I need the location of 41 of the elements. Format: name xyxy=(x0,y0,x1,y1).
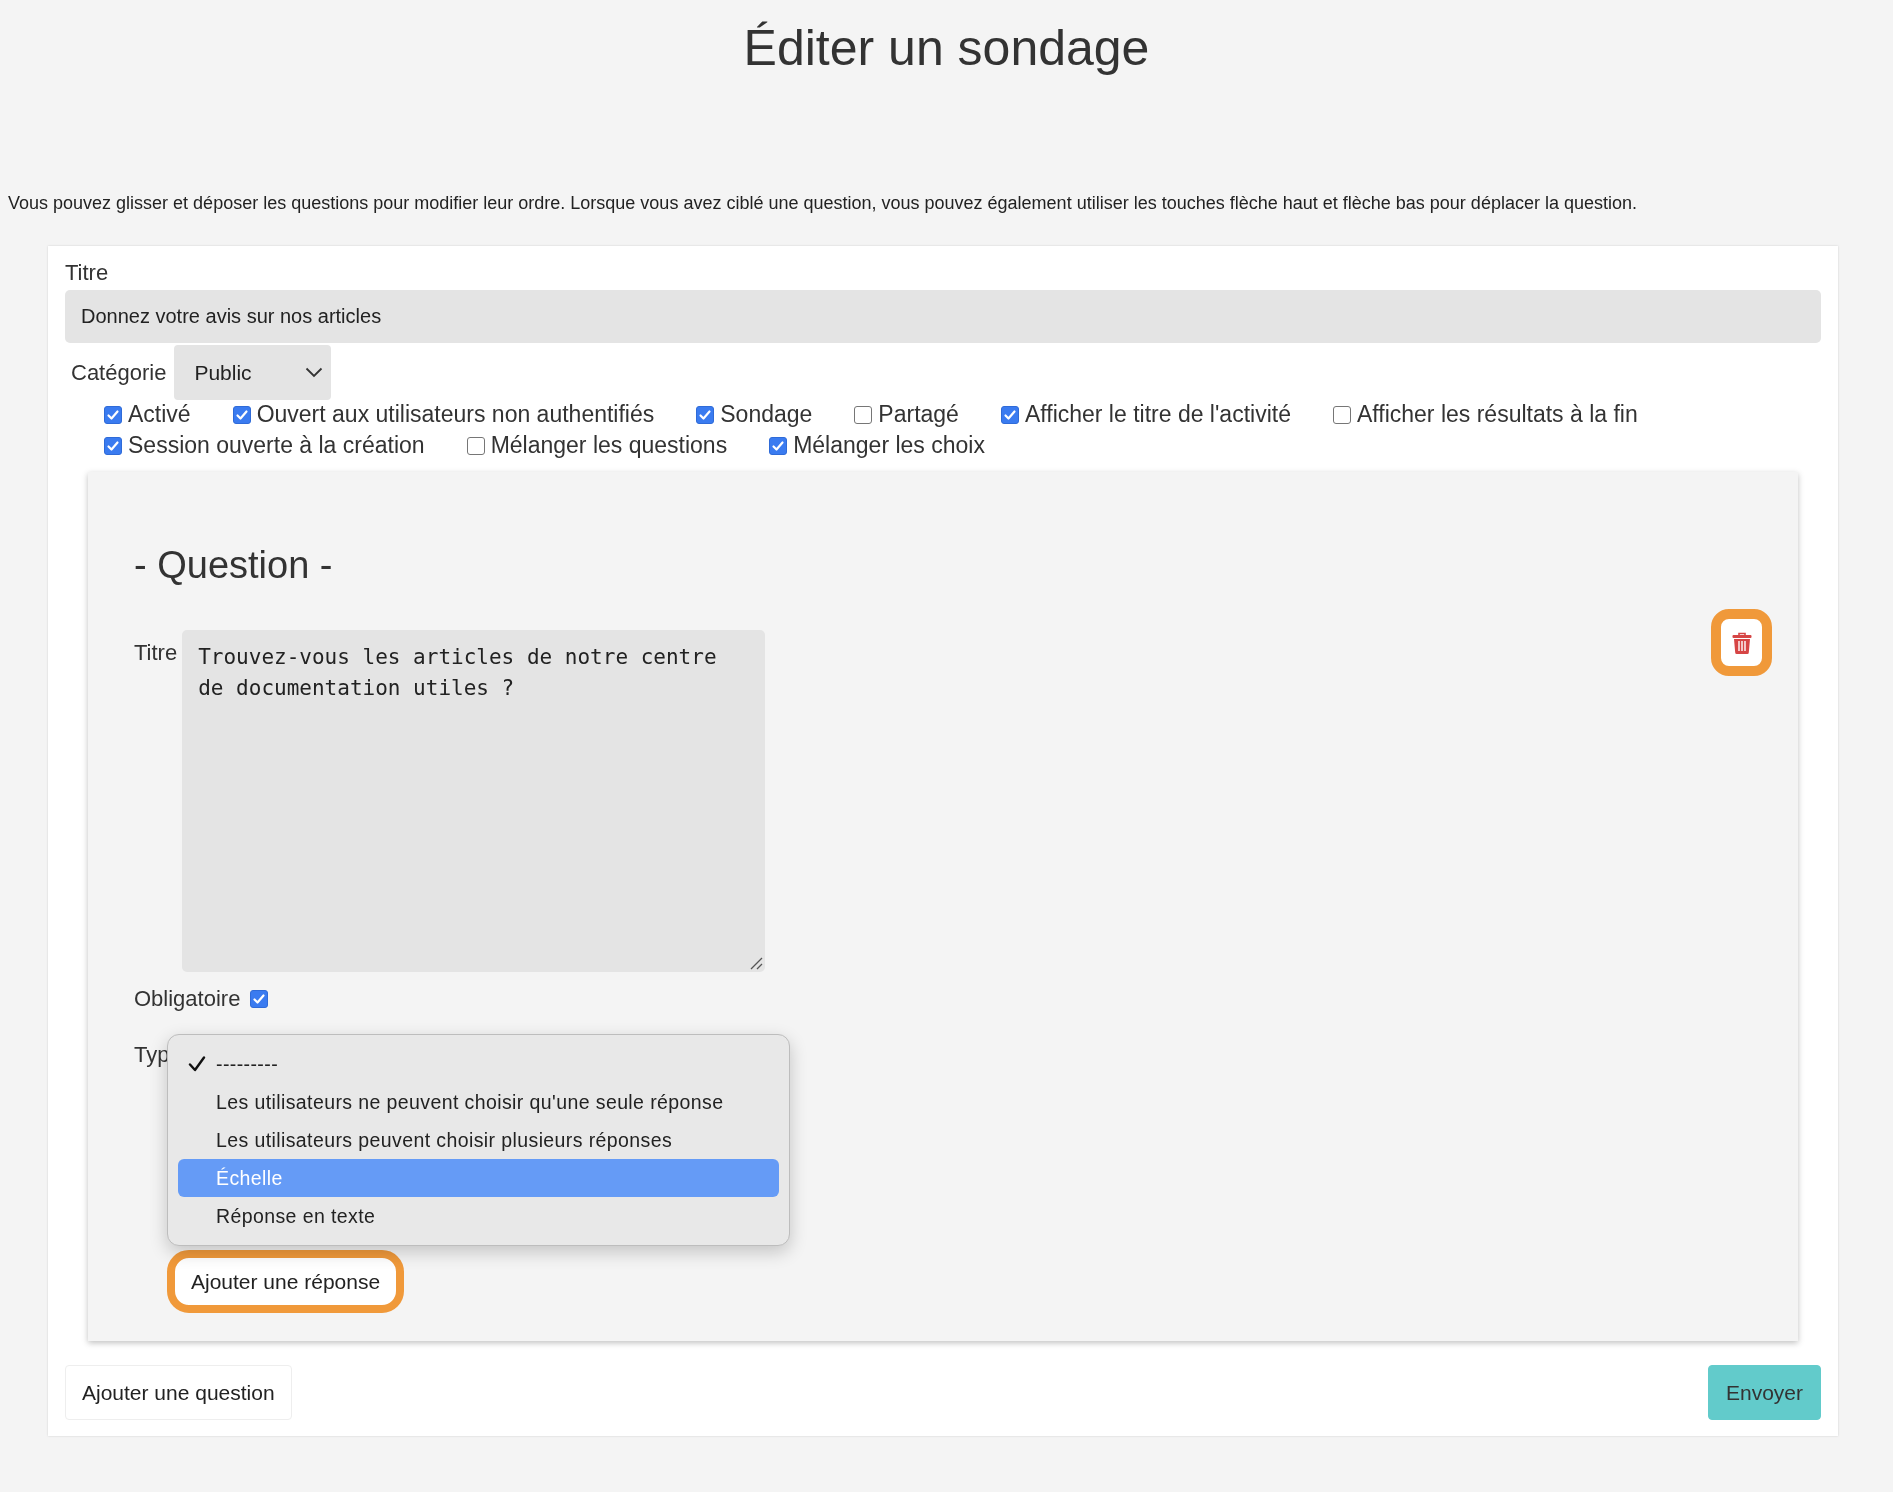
checkbox[interactable] xyxy=(466,436,485,455)
option-label: Mélanger les choix xyxy=(793,432,985,459)
checkmark-icon xyxy=(188,1056,206,1072)
menu-option[interactable]: --------- xyxy=(178,1045,779,1083)
option-label: Ouvert aux utilisateurs non authentifiés xyxy=(256,401,655,428)
resize-handle-icon xyxy=(749,956,764,970)
field-label: Catégorie xyxy=(71,359,167,386)
menu-option[interactable]: Les utilisateurs peuvent choisir plusieurs réponses xyxy=(178,1121,779,1159)
delete-button[interactable] xyxy=(1711,609,1772,676)
checkbox[interactable] xyxy=(696,405,715,424)
field-label: Titre xyxy=(65,260,110,286)
checkbox[interactable] xyxy=(232,405,251,424)
question-title-field[interactable]: Trouvez-vous les articles de notre centre de documentation utiles ? xyxy=(182,630,766,972)
menu-option[interactable]: Les utilisateurs ne peuvent choisir qu'une seule réponse xyxy=(178,1083,779,1121)
category-select[interactable]: Public xyxy=(174,345,332,400)
option-label: Session ouverte à la création xyxy=(128,432,425,459)
trash-icon xyxy=(1731,631,1752,654)
menu-option[interactable]: Réponse en texte xyxy=(178,1197,779,1235)
submit-button[interactable]: Envoyer xyxy=(1707,1365,1821,1420)
chevron-icon xyxy=(305,367,324,378)
add-answer-button[interactable]: Ajouter une réponse xyxy=(167,1250,405,1313)
checkbox[interactable] xyxy=(769,436,788,455)
option-label: Afficher le titre de l'activité xyxy=(1024,401,1291,428)
checkbox[interactable] xyxy=(250,990,269,1008)
checkbox[interactable] xyxy=(104,436,122,455)
page-title: Éditer un sondage xyxy=(742,19,1151,78)
field-label: Obligatoire xyxy=(134,986,241,1012)
checkbox[interactable] xyxy=(854,405,873,424)
question-heading: - Question - xyxy=(134,543,334,588)
checkbox[interactable] xyxy=(1332,405,1351,424)
option-label: Partagé xyxy=(878,401,959,428)
option-label: Mélanger les questions xyxy=(490,432,728,459)
add-question-button[interactable]: Ajouter une question xyxy=(65,1365,292,1420)
option-label: Activé xyxy=(128,401,191,428)
option-label: Afficher les résultats à la fin xyxy=(1356,401,1638,428)
checkbox[interactable] xyxy=(1000,405,1019,424)
field-label: Titre xyxy=(134,640,178,666)
checkbox[interactable] xyxy=(104,405,122,424)
instructions-text: Vous pouvez glisser et déposer les questions pour modifier leur ordre. Lorsque vous avez ciblé une question, vous pouvez également utiliser les touches flèche haut et flèche bas pour déplacer la question. xyxy=(8,192,1638,214)
option-label: Sondage xyxy=(720,401,813,428)
title-input[interactable]: Donnez votre avis sur nos articles xyxy=(65,290,1821,343)
